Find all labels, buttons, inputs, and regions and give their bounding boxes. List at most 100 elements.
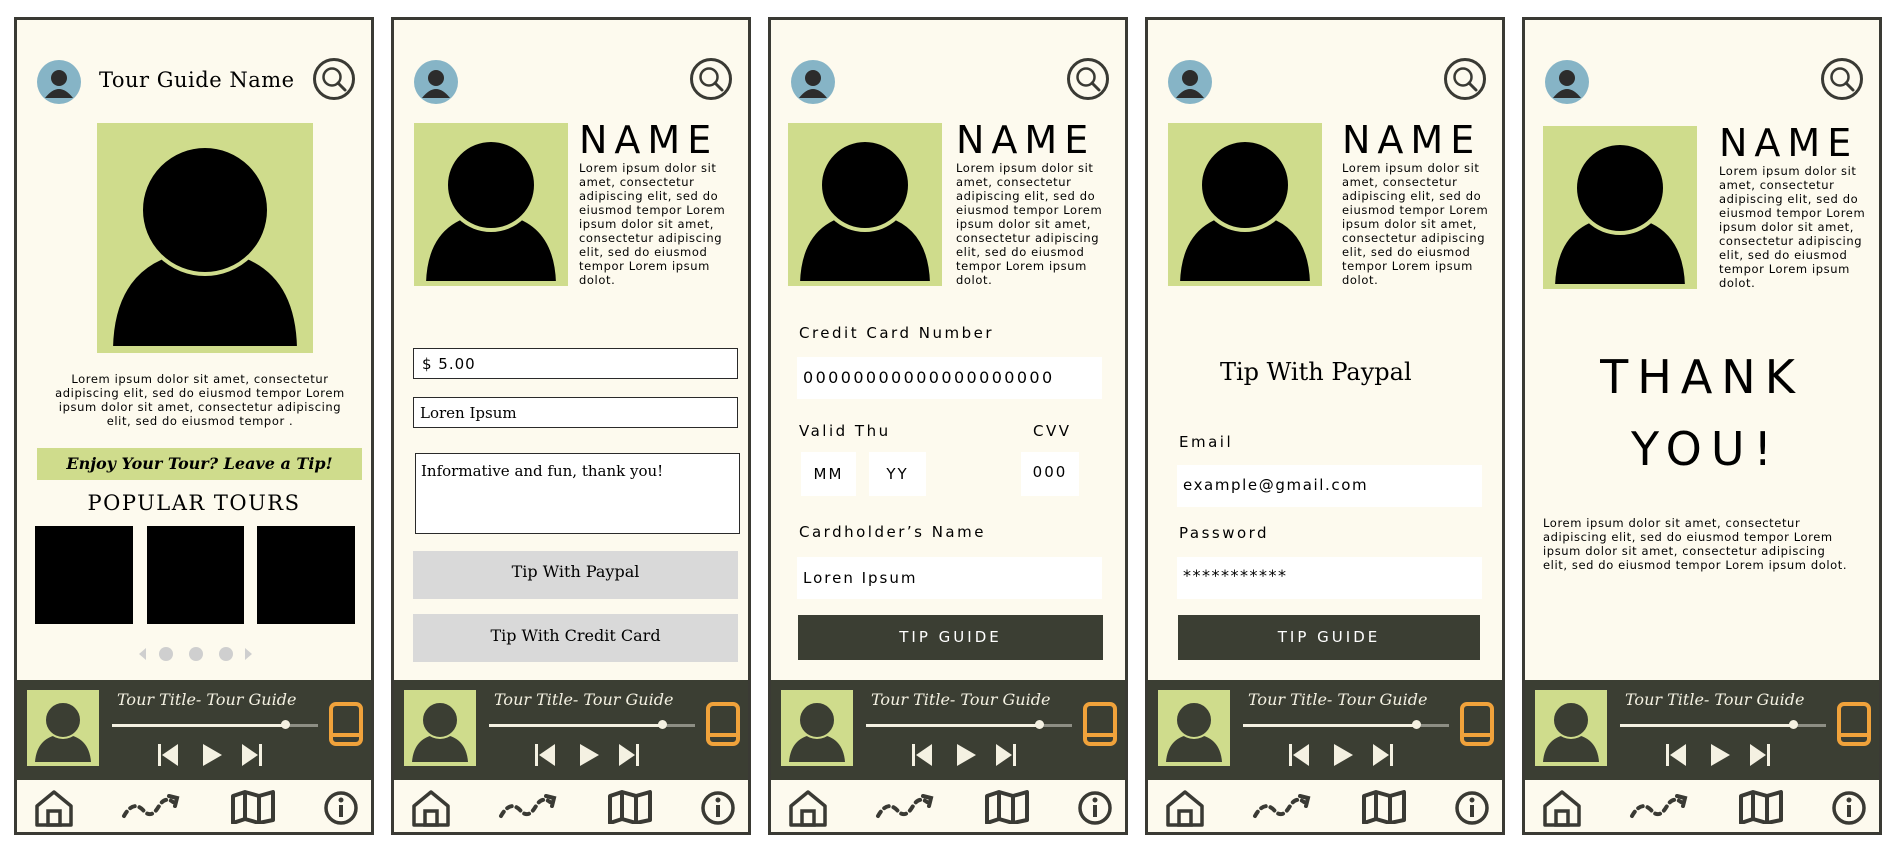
route-icon[interactable] bbox=[121, 790, 183, 824]
play-icon[interactable] bbox=[578, 743, 600, 767]
map-icon[interactable] bbox=[231, 790, 275, 824]
audio-player: Tour Title- Tour Guide bbox=[1148, 680, 1502, 780]
play-icon[interactable] bbox=[1332, 743, 1354, 767]
search-button[interactable] bbox=[690, 58, 732, 100]
next-track-icon[interactable] bbox=[995, 743, 1017, 767]
user-avatar-icon[interactable] bbox=[1545, 60, 1589, 104]
next-track-icon[interactable] bbox=[618, 743, 640, 767]
tip-guide-button[interactable]: TIP GUIDE bbox=[1178, 615, 1480, 660]
player-scrubber[interactable] bbox=[281, 720, 291, 729]
tip-with-paypal-button[interactable]: Tip With Paypal bbox=[413, 551, 738, 599]
thank-you-text: Lorem ipsum dolor sit amet, consectetur … bbox=[1543, 516, 1848, 572]
bottom-navigation bbox=[771, 780, 1125, 832]
carousel-prev-arrow[interactable] bbox=[139, 648, 146, 660]
expiry-month-input[interactable]: MM bbox=[801, 452, 856, 496]
card-number-input[interactable]: 00000000000000000000 bbox=[797, 357, 1102, 399]
search-button[interactable] bbox=[313, 58, 355, 100]
tip-with-credit-card-button[interactable]: Tip With Credit Card bbox=[413, 614, 738, 662]
previous-track-icon[interactable] bbox=[534, 743, 556, 767]
book-icon[interactable] bbox=[1460, 702, 1496, 746]
player-scrubber[interactable] bbox=[1412, 720, 1422, 729]
search-icon bbox=[322, 67, 347, 92]
map-icon[interactable] bbox=[1362, 790, 1406, 824]
person-silhouette-icon bbox=[1543, 701, 1599, 762]
user-avatar-icon[interactable] bbox=[414, 60, 458, 104]
tipper-name-input[interactable]: Loren Ipsum bbox=[413, 397, 738, 428]
map-icon[interactable] bbox=[1739, 790, 1783, 824]
tip-message-textarea[interactable]: Informative and fun, thank you! bbox=[415, 453, 740, 534]
expiry-year-input[interactable]: YY bbox=[869, 452, 926, 496]
book-icon[interactable] bbox=[1837, 702, 1873, 746]
previous-track-icon[interactable] bbox=[157, 743, 179, 767]
info-icon[interactable] bbox=[1454, 790, 1490, 826]
bottom-navigation bbox=[394, 780, 748, 832]
cvv-input[interactable]: 000 bbox=[1021, 452, 1079, 496]
audio-player: Tour Title- Tour Guide bbox=[771, 680, 1125, 780]
password-input[interactable]: *********** bbox=[1177, 557, 1482, 599]
route-icon[interactable] bbox=[1252, 790, 1314, 824]
person-silhouette-icon bbox=[1166, 701, 1222, 762]
info-icon[interactable] bbox=[323, 790, 359, 826]
thank-you-line-2: YOU! bbox=[1631, 422, 1781, 476]
next-track-icon[interactable] bbox=[1749, 743, 1771, 767]
tour-thumbnail-2[interactable] bbox=[147, 526, 244, 624]
info-icon[interactable] bbox=[1077, 790, 1113, 826]
home-icon[interactable] bbox=[787, 788, 829, 828]
tour-thumbnail-3[interactable] bbox=[257, 526, 355, 624]
audio-player: Tour Title- Tour Guide bbox=[1525, 680, 1879, 780]
route-icon[interactable] bbox=[875, 790, 937, 824]
info-icon[interactable] bbox=[1831, 790, 1867, 826]
next-track-icon[interactable] bbox=[241, 743, 263, 767]
map-icon[interactable] bbox=[985, 790, 1029, 824]
previous-track-icon[interactable] bbox=[1665, 743, 1687, 767]
previous-track-icon[interactable] bbox=[1288, 743, 1310, 767]
book-icon[interactable] bbox=[1083, 702, 1119, 746]
play-icon[interactable] bbox=[201, 743, 223, 767]
tip-banner-button[interactable]: Enjoy Your Tour? Leave a Tip! bbox=[37, 448, 362, 480]
player-title: Tour Title- Tour Guide bbox=[1625, 690, 1805, 709]
tipper-name-value: Loren Ipsum bbox=[420, 404, 517, 422]
carousel-next-arrow[interactable] bbox=[245, 648, 252, 660]
player-scrubber[interactable] bbox=[1789, 720, 1799, 729]
search-button[interactable] bbox=[1821, 58, 1863, 100]
search-icon bbox=[699, 67, 724, 92]
player-progress-fill bbox=[866, 724, 1040, 727]
previous-track-icon[interactable] bbox=[911, 743, 933, 767]
home-icon[interactable] bbox=[410, 788, 452, 828]
tip-amount-input[interactable]: $ 5.00 bbox=[413, 348, 738, 379]
player-title: Tour Title- Tour Guide bbox=[494, 690, 674, 709]
user-avatar-icon[interactable] bbox=[791, 60, 835, 104]
tip-guide-button[interactable]: TIP GUIDE bbox=[798, 615, 1103, 660]
home-icon[interactable] bbox=[1164, 788, 1206, 828]
player-scrubber[interactable] bbox=[658, 720, 668, 729]
route-icon[interactable] bbox=[498, 790, 560, 824]
info-icon[interactable] bbox=[700, 790, 736, 826]
play-icon[interactable] bbox=[955, 743, 977, 767]
tip-amount-value: $ 5.00 bbox=[422, 355, 476, 373]
play-icon[interactable] bbox=[1709, 743, 1731, 767]
carousel-dot[interactable] bbox=[219, 647, 233, 661]
player-scrubber[interactable] bbox=[1035, 720, 1045, 729]
tour-thumbnail-1[interactable] bbox=[35, 526, 133, 624]
carousel-dot[interactable] bbox=[159, 647, 173, 661]
screen-tip-form: NAME Lorem ipsum dolor sit amet, consect… bbox=[391, 17, 751, 835]
home-icon[interactable] bbox=[33, 788, 75, 828]
map-icon[interactable] bbox=[608, 790, 652, 824]
user-avatar-icon[interactable] bbox=[37, 60, 81, 104]
cardholder-name-input[interactable]: Loren Ipsum bbox=[797, 557, 1102, 599]
user-avatar-icon[interactable] bbox=[1168, 60, 1212, 104]
search-button[interactable] bbox=[1444, 58, 1486, 100]
popular-tours-heading: POPULAR TOURS bbox=[87, 491, 301, 515]
route-icon[interactable] bbox=[1629, 790, 1691, 824]
password-value: *********** bbox=[1183, 566, 1288, 585]
home-icon[interactable] bbox=[1541, 788, 1583, 828]
carousel-dot[interactable] bbox=[189, 647, 203, 661]
screen-thank-you: NAME Lorem ipsum dolor sit amet, consect… bbox=[1522, 17, 1882, 835]
email-input[interactable]: example@gmail.com bbox=[1177, 465, 1482, 507]
book-icon[interactable] bbox=[329, 702, 365, 746]
cvv-value: 000 bbox=[1032, 463, 1068, 481]
search-button[interactable] bbox=[1067, 58, 1109, 100]
player-thumbnail bbox=[1535, 690, 1607, 766]
book-icon[interactable] bbox=[706, 702, 742, 746]
next-track-icon[interactable] bbox=[1372, 743, 1394, 767]
